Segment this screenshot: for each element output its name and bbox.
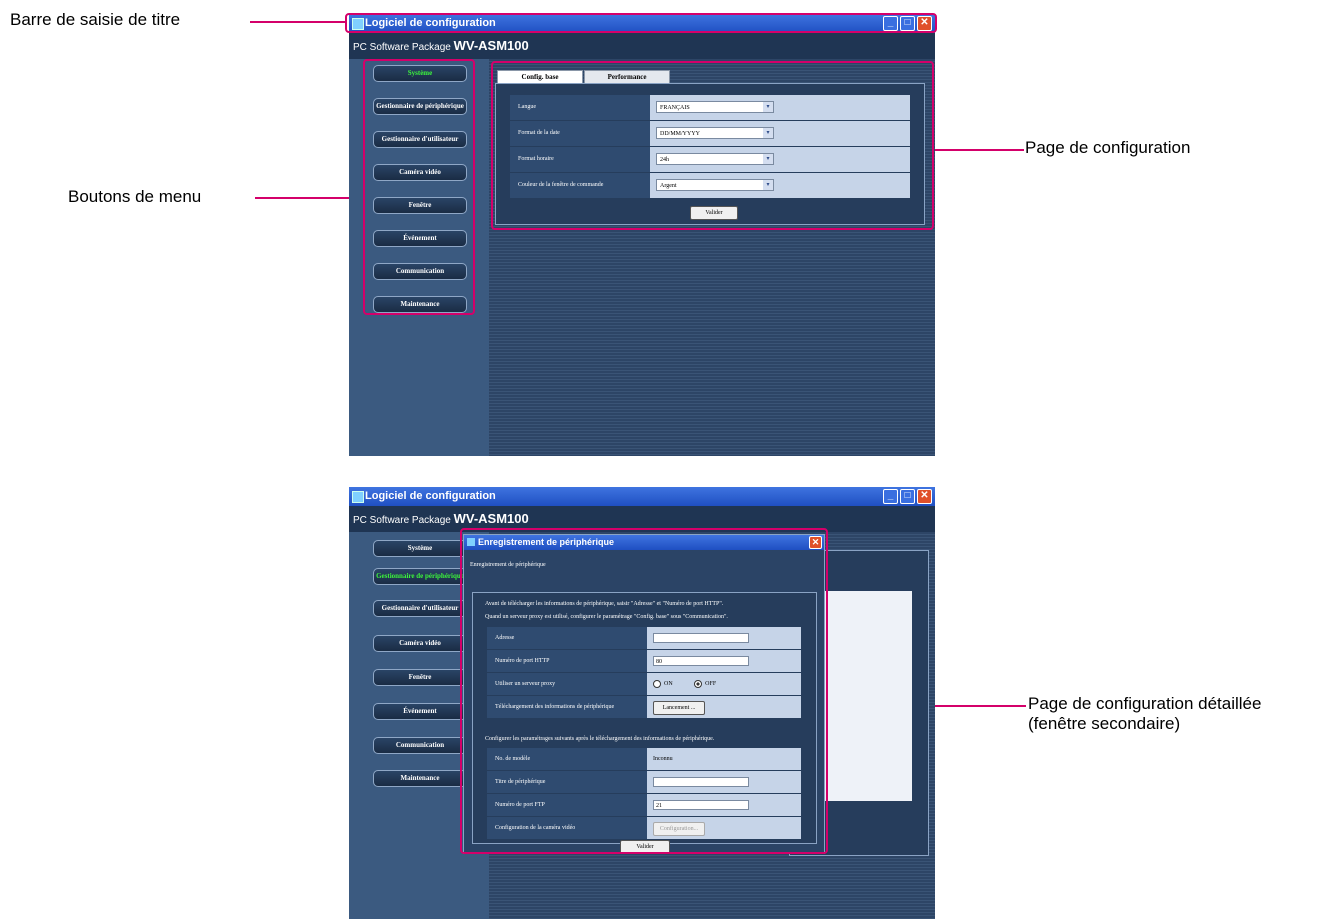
callout-config-page: Page de configuration xyxy=(1025,138,1191,157)
menu-button-evenement[interactable]: Événement xyxy=(373,703,467,720)
menu-button-maintenance[interactable]: Maintenance xyxy=(373,770,467,787)
menu-button-gestionnaire-utilisateur[interactable]: Gestionnaire d'utilisateur xyxy=(373,600,467,617)
callout-line-menu-buttons xyxy=(255,197,363,199)
window-title-bottom: Logiciel de configuration xyxy=(365,490,496,502)
package-prefix: PC Software Package xyxy=(353,515,451,526)
menu-button-fenetre[interactable]: Fenêtre xyxy=(373,669,467,686)
highlight-title-bar xyxy=(345,13,937,33)
menu-button-systeme[interactable]: Système xyxy=(373,540,467,557)
maximize-icon[interactable]: □ xyxy=(900,489,915,504)
highlight-menu-buttons xyxy=(363,59,475,315)
package-model: WV-ASM100 xyxy=(453,511,529,526)
menu-button-communication[interactable]: Communication xyxy=(373,737,467,754)
callout-line-config-page xyxy=(934,149,1024,151)
highlight-sub-window xyxy=(460,528,828,854)
menu-button-camera-video[interactable]: Caméra vidéo xyxy=(373,635,467,652)
minimize-icon[interactable]: _ xyxy=(883,489,898,504)
package-model: WV-ASM100 xyxy=(453,38,529,53)
package-prefix: PC Software Package xyxy=(353,42,451,53)
callout-line-title-bar xyxy=(250,21,345,23)
callout-menu-buttons: Boutons de menu xyxy=(68,187,202,206)
close-icon[interactable]: ✕ xyxy=(917,489,932,504)
callout-detail-page-2: (fenêtre secondaire) xyxy=(1028,714,1181,733)
highlight-config-page xyxy=(491,61,934,230)
menu-button-gestionnaire-peripherique[interactable]: Gestionnaire de périphérique xyxy=(373,568,467,585)
title-bar-bottom[interactable]: Logiciel de configuration _ □ ✕ xyxy=(349,487,935,506)
app-icon xyxy=(352,491,364,503)
callout-detail-page-1: Page de configuration détaillée xyxy=(1028,694,1262,713)
package-bar: PC Software Package WV-ASM100 xyxy=(349,33,935,59)
callout-title-bar: Barre de saisie de titre xyxy=(10,10,181,29)
